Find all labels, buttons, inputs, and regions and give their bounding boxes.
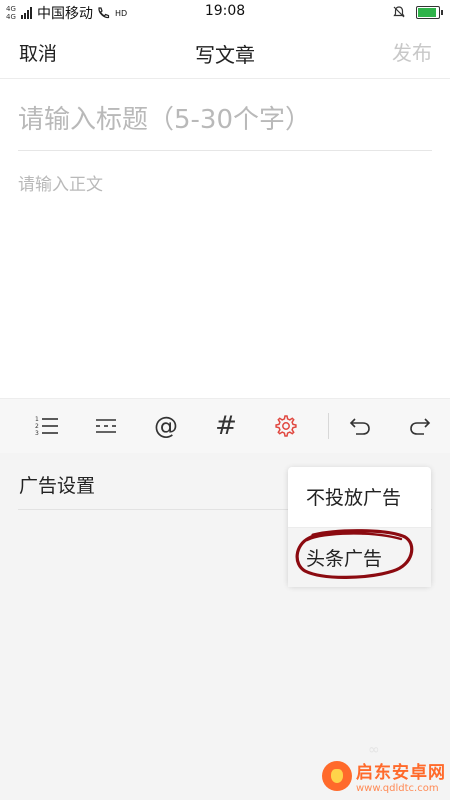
undo-icon[interactable] — [344, 410, 376, 442]
watermark-title: 启东安卓网 — [356, 763, 446, 783]
watermark-text: 启东安卓网 www.qdldtc.com — [356, 758, 446, 794]
editor-toolbar: 1 2 3 @ # — [0, 398, 450, 454]
battery-icon — [416, 5, 443, 19]
toolbar-separator — [328, 413, 329, 439]
ordered-list-icon[interactable]: 1 2 3 — [31, 410, 63, 442]
settings-gear-icon[interactable] — [270, 410, 302, 442]
ad-settings-label: 广告设置 — [19, 475, 96, 497]
nav-bar: 取消 写文章 发布 — [0, 24, 450, 79]
title-input[interactable] — [18, 92, 432, 148]
page-title: 写文章 — [195, 43, 255, 67]
status-time: 19:08 — [204, 3, 246, 19]
body-input[interactable] — [18, 170, 432, 385]
title-divider — [18, 150, 432, 151]
svg-text:2: 2 — [35, 423, 39, 430]
svg-text:1: 1 — [35, 416, 39, 423]
ad-options-menu: 不投放广告 头条广告 — [288, 467, 431, 587]
mute-bell-icon — [393, 6, 405, 18]
status-bar: 4G 4G 中国移动 HD 19:08 — [0, 0, 450, 24]
option-label: 头条广告 — [306, 548, 383, 570]
publish-button[interactable]: 发布 — [392, 37, 432, 66]
redo-icon[interactable] — [404, 410, 436, 442]
option-label: 不投放广告 — [306, 487, 402, 509]
hashtag-icon[interactable]: # — [210, 410, 242, 442]
option-toutiao-ads[interactable]: 头条广告 — [288, 527, 431, 587]
watermark: 启东安卓网 www.qdldtc.com — [322, 758, 446, 794]
option-no-ads[interactable]: 不投放广告 — [288, 467, 431, 526]
at-mention-icon[interactable]: @ — [150, 410, 182, 442]
watermark-url: www.qdldtc.com — [356, 783, 439, 794]
faint-mark: ∞ — [368, 742, 380, 758]
divider-line-icon[interactable] — [90, 410, 122, 442]
status-right — [392, 5, 443, 19]
svg-text:3: 3 — [35, 430, 39, 437]
watermark-logo-icon — [322, 761, 352, 791]
